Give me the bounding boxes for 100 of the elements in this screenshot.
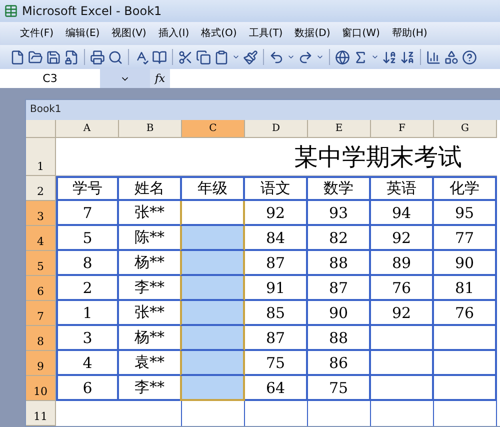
open-folder-icon[interactable]: [28, 50, 43, 65]
redo-icon[interactable]: [298, 50, 313, 65]
function-label[interactable]: fx: [150, 69, 170, 88]
column-header[interactable]: A: [56, 120, 119, 138]
table-cell: 75: [308, 376, 371, 401]
help-icon[interactable]: [462, 50, 477, 65]
spell-check-icon[interactable]: [134, 50, 149, 65]
table-cell: 95: [434, 201, 497, 226]
table-cell: 英语: [371, 176, 434, 201]
table-cell: 87: [308, 276, 371, 301]
save-icon[interactable]: [46, 50, 61, 65]
new-file-icon[interactable]: [10, 50, 25, 65]
paintbrush-icon[interactable]: [243, 50, 258, 65]
active-cell[interactable]: [180, 201, 245, 226]
scissors-icon[interactable]: [178, 50, 193, 65]
shapes-icon[interactable]: [444, 50, 459, 65]
table-cell: 4: [56, 351, 119, 376]
table-cell: 90: [308, 301, 371, 326]
table-cell: 86: [308, 351, 371, 376]
row-header[interactable]: 7: [26, 301, 56, 326]
globe-icon[interactable]: [335, 50, 350, 65]
bar-chart-icon[interactable]: [426, 50, 441, 65]
table-cell: 88: [308, 251, 371, 276]
menu-item[interactable]: 视图(V): [106, 26, 152, 40]
table-cell: 8: [56, 251, 119, 276]
menu-item[interactable]: 格式(O): [195, 26, 243, 40]
name-box[interactable]: C3: [0, 69, 100, 88]
selected-cell[interactable]: [180, 276, 245, 301]
table-cell: 91: [245, 276, 308, 301]
table-cell: 94: [371, 201, 434, 226]
table-cell: 年级: [182, 176, 245, 201]
column-header[interactable]: D: [245, 120, 308, 138]
sort-ascending-icon[interactable]: [382, 50, 397, 65]
column-header[interactable]: G: [434, 120, 497, 138]
table-cell: 76: [371, 276, 434, 301]
table-cell: 6: [56, 376, 119, 401]
table-cell: 87: [245, 251, 308, 276]
menu-item[interactable]: 数据(D): [288, 26, 336, 40]
row-header[interactable]: 1: [26, 138, 56, 176]
undo-icon[interactable]: [269, 50, 284, 65]
table-cell: 92: [371, 301, 434, 326]
table-cell: 7: [56, 201, 119, 226]
row-header[interactable]: 2: [26, 176, 56, 201]
book-icon[interactable]: [152, 50, 167, 65]
selected-cell[interactable]: [180, 376, 245, 401]
copy-icon[interactable]: [196, 50, 211, 65]
table-cell: 2: [56, 276, 119, 301]
table-cell: 85: [245, 301, 308, 326]
menu-item[interactable]: 编辑(E): [60, 26, 106, 40]
table-cell: 81: [434, 276, 497, 301]
table-cell: 92: [371, 226, 434, 251]
print-preview-icon[interactable]: [108, 50, 123, 65]
table-cell: 93: [308, 201, 371, 226]
table-cell: 5: [56, 226, 119, 251]
column-header[interactable]: C: [182, 120, 245, 138]
table-cell: 数学: [308, 176, 371, 201]
row-header[interactable]: 5: [26, 251, 56, 276]
table-cell: 84: [245, 226, 308, 251]
table-cell: 3: [56, 326, 119, 351]
row-header[interactable]: 11: [26, 401, 56, 426]
table-cell: 化学: [434, 176, 497, 201]
menu-item[interactable]: 文件(F): [14, 26, 60, 40]
row-header[interactable]: 10: [26, 376, 56, 401]
sigma-icon[interactable]: [353, 50, 368, 65]
table-cell: 学号: [56, 176, 119, 201]
row-header[interactable]: 9: [26, 351, 56, 376]
document-lock-icon[interactable]: [64, 50, 79, 65]
formula-field[interactable]: [170, 69, 500, 88]
selected-cell[interactable]: [180, 326, 245, 351]
clipboard-icon[interactable]: [214, 50, 229, 65]
window-title: Microsoft Excel - Book1: [22, 4, 162, 18]
table-cell: 77: [434, 226, 497, 251]
selected-cell[interactable]: [180, 351, 245, 376]
table-cell: 89: [371, 251, 434, 276]
selected-cell[interactable]: [180, 251, 245, 276]
row-header[interactable]: 4: [26, 226, 56, 251]
table-cell: 76: [434, 301, 497, 326]
excel-logo-icon: [4, 4, 18, 18]
row-header[interactable]: 3: [26, 201, 56, 226]
menu-item[interactable]: 工具(T): [242, 26, 289, 40]
column-header[interactable]: F: [371, 120, 434, 138]
table-cell: 1: [56, 301, 119, 326]
menu-item[interactable]: 插入(I): [152, 26, 196, 40]
selected-cell[interactable]: [180, 226, 245, 251]
table-cell: 64: [245, 376, 308, 401]
column-header[interactable]: B: [119, 120, 182, 138]
selected-cell[interactable]: [180, 301, 245, 326]
table-cell: 88: [308, 326, 371, 351]
sort-descending-icon[interactable]: [400, 50, 415, 65]
printer-icon[interactable]: [90, 50, 105, 65]
menu-item[interactable]: 窗口(W): [336, 26, 386, 40]
row-header[interactable]: 6: [26, 276, 56, 301]
menu-item[interactable]: 帮助(H): [386, 26, 434, 40]
table-cell: 姓名: [119, 176, 182, 201]
column-header[interactable]: E: [308, 120, 371, 138]
table-cell: 82: [308, 226, 371, 251]
sheet-title: 某中学期末考试: [294, 142, 462, 172]
row-header[interactable]: 8: [26, 326, 56, 351]
table-cell: 87: [245, 326, 308, 351]
table-cell: 90: [434, 251, 497, 276]
